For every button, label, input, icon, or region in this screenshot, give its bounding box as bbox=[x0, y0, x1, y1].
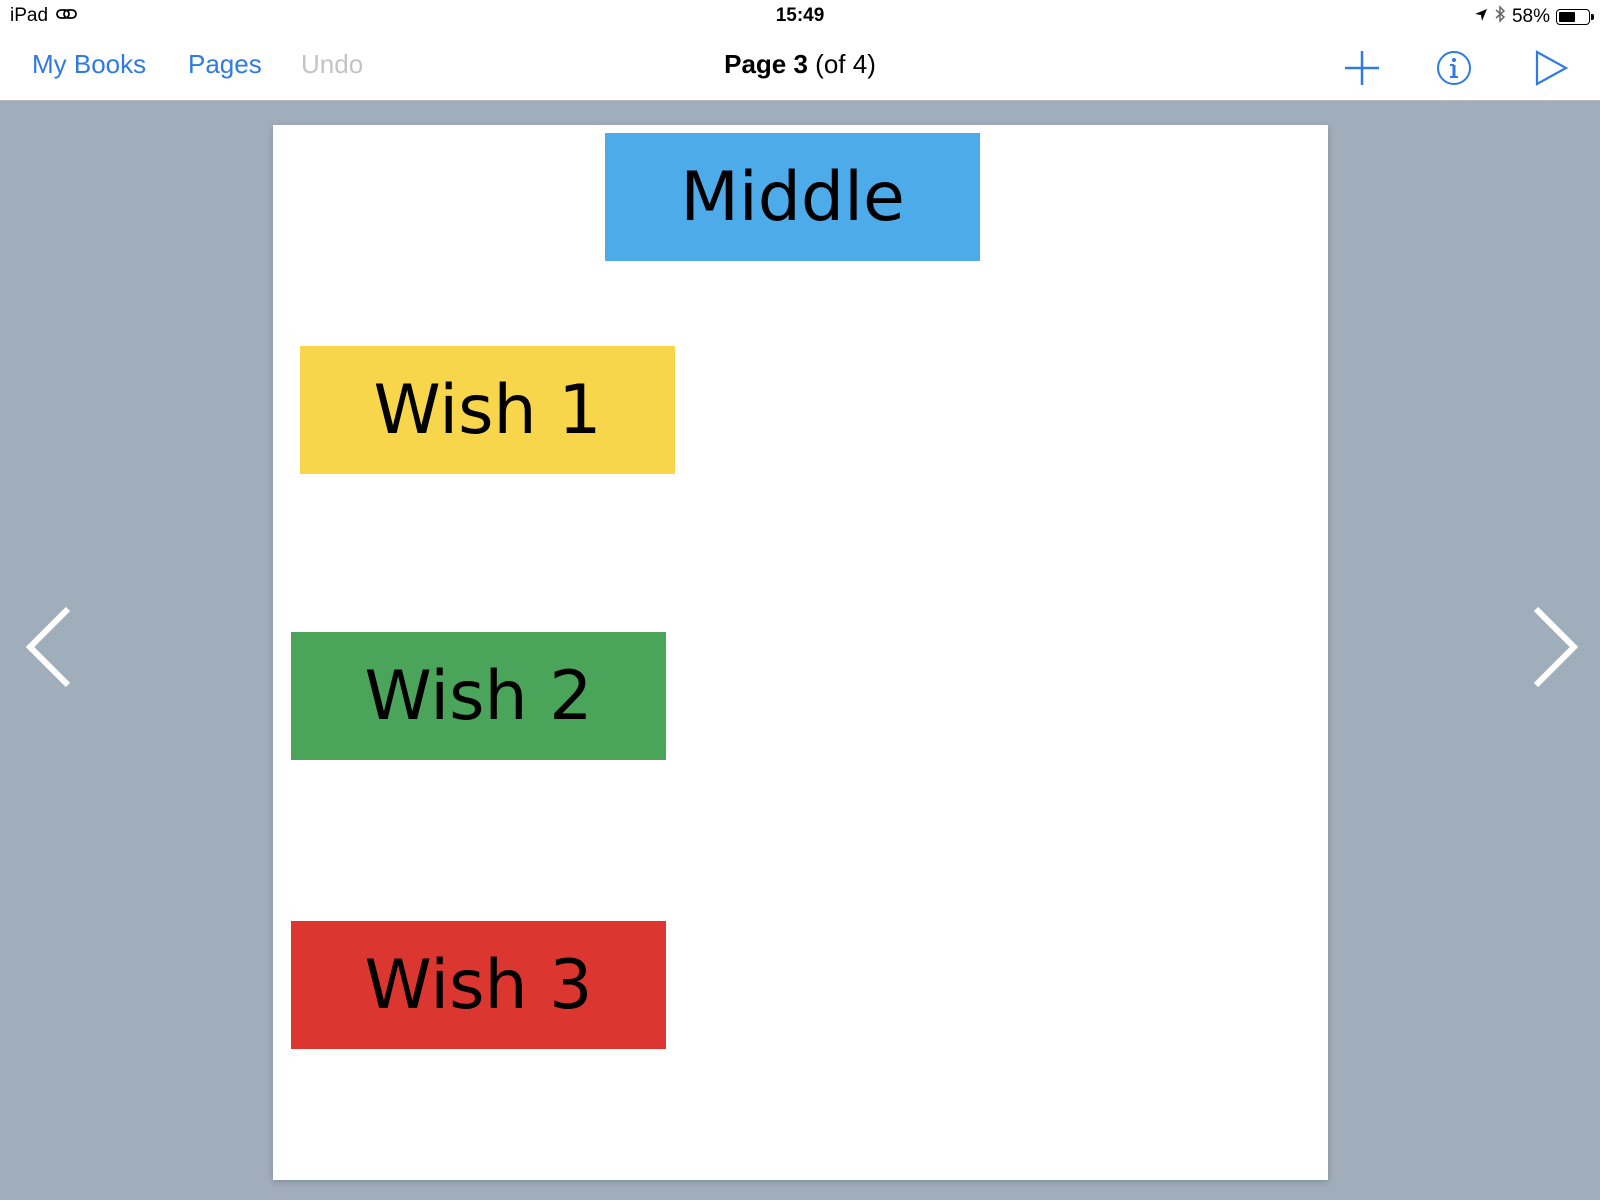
status-time: 15:49 bbox=[775, 5, 825, 26]
bluetooth-icon bbox=[1494, 5, 1506, 29]
label-box-wish-1[interactable]: Wish 1 bbox=[300, 346, 675, 474]
chevron-right-icon[interactable] bbox=[1524, 605, 1584, 689]
chevron-left-icon[interactable] bbox=[20, 605, 80, 689]
label-box-wish-2[interactable]: Wish 2 bbox=[291, 632, 666, 760]
page-canvas: Middle Wish 1 Wish 2 Wish 3 bbox=[273, 125, 1328, 1180]
battery-nub bbox=[1591, 14, 1594, 20]
label-box-wish-3[interactable]: Wish 3 bbox=[291, 921, 666, 1049]
location-arrow-icon bbox=[1474, 6, 1488, 28]
page-title-current: Page 3 bbox=[724, 49, 808, 79]
play-icon[interactable] bbox=[1528, 46, 1572, 90]
page-title-total: (of 4) bbox=[807, 49, 876, 79]
label-box-middle[interactable]: Middle bbox=[605, 133, 980, 261]
battery-percent: 58% bbox=[1511, 6, 1550, 27]
info-icon[interactable] bbox=[1432, 46, 1476, 90]
plus-icon[interactable] bbox=[1340, 46, 1384, 90]
status-bar: iPad 15:49 58% bbox=[0, 0, 1600, 32]
battery-icon bbox=[1556, 9, 1594, 25]
battery-fill bbox=[1559, 12, 1576, 22]
status-right: 58% bbox=[1474, 5, 1594, 29]
nav-bar: My Books Pages Undo Page 3 (of 4) bbox=[0, 32, 1600, 101]
